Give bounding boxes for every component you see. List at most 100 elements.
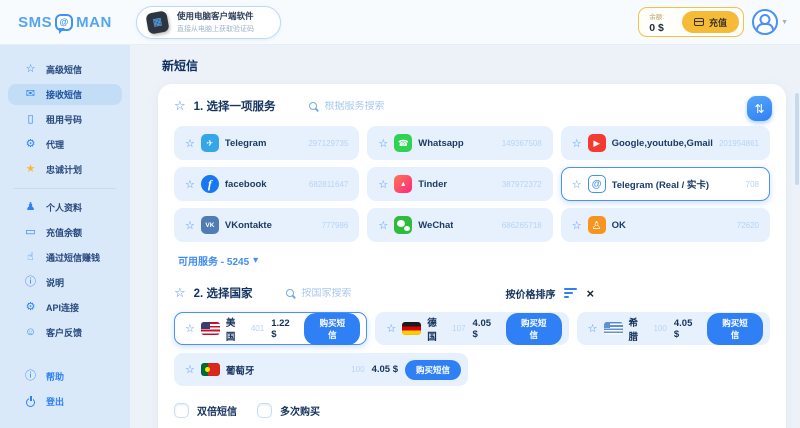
country-name: 希腊 [629, 315, 648, 343]
country-card[interactable]: ☆ 葡萄牙 100 4.05 $ 购买短信 [174, 353, 468, 386]
desktop-client-banner[interactable]: ▦ 使用电脑客户端软件 直接从电脑上获取验证码 [136, 6, 281, 39]
sidebar-item[interactable]: ⓘ 说明 [8, 272, 122, 293]
sort-descending-icon[interactable] [564, 288, 577, 298]
brand-logo[interactable]: SMS @ MAN [0, 14, 130, 31]
country-card[interactable]: ☆ 希腊 100 4.05 $ 购买短信 [577, 312, 770, 345]
close-icon[interactable]: × [586, 287, 594, 300]
buy-sms-button[interactable]: 购买短信 [707, 313, 763, 345]
sidebar-item[interactable]: ▯ 租用号码 [8, 109, 122, 130]
scrollbar[interactable] [795, 93, 799, 425]
sidebar-item[interactable]: ⓘ 帮助 [8, 366, 122, 387]
credit-card-icon [694, 18, 704, 26]
service-count: 387972372 [502, 180, 542, 189]
service-name: Google,youtube,Gmail [612, 138, 713, 149]
service-count: 777986 [322, 221, 349, 230]
service-name: Whatsapp [418, 138, 463, 149]
envelope-icon: ✉ [24, 89, 37, 100]
service-search-input[interactable] [324, 101, 454, 112]
favorite-star-icon[interactable]: ☆ [378, 219, 388, 232]
person-icon: ♟ [24, 202, 37, 213]
favorite-star-icon[interactable]: ☆ [572, 178, 582, 191]
option-checkbox-row[interactable]: 双倍短信 [174, 403, 237, 418]
star-icon: ☆ [174, 98, 186, 114]
checkbox[interactable] [257, 403, 272, 418]
service-card[interactable]: ☆ ▲ Tinder 387972372 [367, 167, 552, 201]
service-section-header: ☆ 1. 选择一项服务 [174, 98, 770, 114]
recharge-button[interactable]: 充值 [682, 11, 739, 33]
balance-pill: 余额: 0 $ 充值 [638, 7, 744, 37]
facebook-icon: f [201, 175, 219, 193]
favorite-star-icon[interactable]: ☆ [588, 322, 598, 335]
sidebar-item[interactable]: ♟ 个人资料 [8, 197, 122, 218]
favorite-star-icon[interactable]: ☆ [185, 137, 195, 150]
star-filled-icon: ★ [24, 164, 37, 175]
country-count: 107 [452, 324, 465, 333]
favorite-star-icon[interactable]: ☆ [378, 137, 388, 150]
sidebar-item[interactable]: ⚙ API连接 [8, 297, 122, 318]
available-services-link[interactable]: 可用服务 - 5245 ▾ [178, 253, 258, 268]
telegram-real-icon: @ [588, 175, 606, 193]
buy-sms-button[interactable]: 购买短信 [304, 313, 360, 345]
sidebar-item[interactable]: ★ 忠诚计划 [8, 159, 122, 180]
favorite-star-icon[interactable]: ☆ [185, 322, 195, 335]
options-row: 双倍短信 多次购买 [174, 403, 770, 418]
sidebar-item[interactable]: ⚙ 代理 [8, 134, 122, 155]
scrollbar-thumb[interactable] [795, 93, 799, 185]
profile-menu[interactable]: ▼ [752, 9, 788, 35]
checkbox[interactable] [174, 403, 189, 418]
sidebar-item[interactable]: ☺ 客户反馈 [8, 322, 122, 343]
favorite-star-icon[interactable]: ☆ [185, 178, 195, 191]
service-card[interactable]: ☆ ♙ OK 72620 [561, 208, 770, 242]
buy-sms-button[interactable]: 购买短信 [405, 360, 461, 380]
search-icon [309, 102, 317, 110]
sidebar-account-group: ♟ 个人资料 ▭ 充值余额 ☝ 通过短信赚钱 ⓘ 说明 ⚙ API连接 ☺ 客户… [8, 197, 122, 343]
country-price: 4.05 $ [372, 364, 398, 375]
power-icon [24, 397, 37, 407]
service-card[interactable]: ☆ ☎ Whatsapp 149367508 [367, 126, 552, 160]
service-section-title: 1. 选择一项服务 [194, 98, 276, 114]
service-card[interactable]: ☆ ✈ Telegram 297129735 [174, 126, 359, 160]
sidebar-item[interactable]: ☝ 通过短信赚钱 [8, 247, 122, 268]
info-icon: ⓘ [24, 277, 37, 288]
country-card[interactable]: ☆ 德国 107 4.05 $ 购买短信 [375, 312, 568, 345]
favorite-star-icon[interactable]: ☆ [378, 178, 388, 191]
country-search-input[interactable] [301, 288, 431, 299]
sidebar-divider [14, 188, 116, 189]
service-name: Telegram [225, 138, 267, 149]
gear-icon: ⚙ [24, 139, 37, 150]
whatsapp-icon: ☎ [394, 134, 412, 152]
sidebar-item[interactable]: ✉ 接收短信 [8, 84, 122, 105]
sort-availability-button[interactable]: ⇅ [747, 96, 772, 121]
country-count: 100 [351, 365, 364, 374]
service-card[interactable]: ☆ VK VKontakte 777986 [174, 208, 359, 242]
service-card[interactable]: ☆ WeChat 686265718 [367, 208, 552, 242]
favorite-star-icon[interactable]: ☆ [386, 322, 396, 335]
favorite-star-icon[interactable]: ☆ [572, 137, 582, 150]
sidebar-item[interactable]: 登出 [8, 391, 122, 412]
country-list: ☆ 美国 401 1.22 $ 购买短信 ☆ 德国 107 4.05 $ 购买短… [174, 312, 770, 386]
service-name: facebook [225, 179, 267, 190]
telegram-icon: ✈ [201, 134, 219, 152]
country-name: 葡萄牙 [226, 363, 255, 377]
card-icon: ▭ [24, 227, 37, 238]
sidebar-item[interactable]: ▭ 充值余额 [8, 222, 122, 243]
favorite-star-icon[interactable]: ☆ [572, 219, 582, 232]
info-icon: ⓘ [24, 371, 37, 382]
favorite-star-icon[interactable]: ☆ [185, 219, 195, 232]
service-count: 708 [746, 180, 759, 189]
service-card[interactable]: ☆ @ Telegram (Real / 实卡) 708 [561, 167, 770, 201]
available-services-label: 可用服务 - 5245 [178, 253, 249, 268]
search-icon [286, 289, 294, 297]
country-card[interactable]: ☆ 美国 401 1.22 $ 购买短信 [174, 312, 367, 345]
service-card[interactable]: ☆ f facebook 682811647 [174, 167, 359, 201]
star-icon: ☆ [174, 285, 186, 301]
favorite-star-icon[interactable]: ☆ [185, 363, 195, 376]
service-name: VKontakte [225, 220, 272, 231]
sidebar-item[interactable]: ☆ 高级短信 [8, 59, 122, 80]
country-count: 100 [654, 324, 667, 333]
service-card[interactable]: ☆ ▶ Google,youtube,Gmail 201954861 [561, 126, 770, 160]
buy-sms-button[interactable]: 购买短信 [506, 313, 562, 345]
option-checkbox-row[interactable]: 多次购买 [257, 403, 320, 418]
service-count: 686265718 [502, 221, 542, 230]
service-name: Tinder [418, 179, 447, 190]
